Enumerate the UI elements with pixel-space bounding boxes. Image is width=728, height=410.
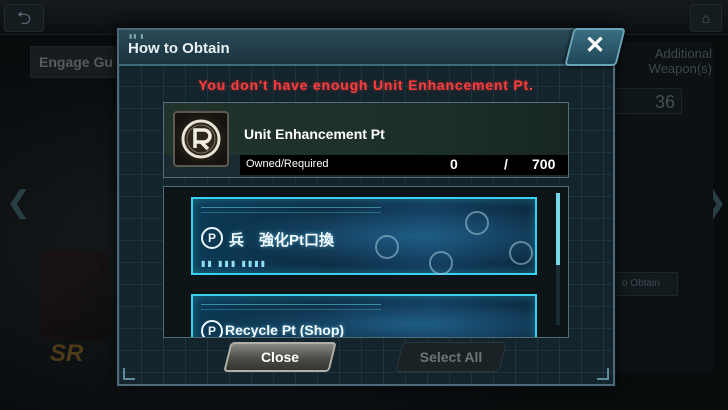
owned-required-label: Owned/Required — [246, 158, 329, 170]
required-value: 700 — [532, 156, 556, 172]
source-list[interactable]: P 兵 強化Pt口換 ▮▮ ▮▮▮ ▮▮▮▮ P Recycle Pt (Sho… — [163, 186, 569, 338]
close-button-label: Close — [260, 349, 300, 365]
pt-coin-decoration — [465, 211, 489, 235]
item-card: Unit Enhancement Pt Owned/Required 0 / 7… — [163, 102, 569, 178]
item-name: Unit Enhancement Pt — [244, 126, 385, 142]
banner-dots: ▮▮ ▮▮▮ ▮▮▮▮ — [201, 259, 268, 268]
dialog-title: How to Obtain — [128, 40, 230, 57]
pt-icon: P — [201, 320, 223, 337]
list-scrollbar-thumb[interactable] — [556, 193, 560, 265]
how-to-obtain-dialog: ▮▮ ▮ How to Obtain ✕ You don't have enou… — [117, 28, 626, 386]
select-all-label: Select All — [419, 349, 483, 365]
pt-coin-decoration — [509, 241, 533, 265]
pt-coin-decoration — [375, 235, 399, 259]
dialog-close-icon-button[interactable]: ✕ — [564, 28, 626, 66]
corner-decoration — [123, 368, 135, 380]
banner-stripe — [201, 304, 381, 310]
source-title: Recycle Pt (Shop) — [225, 322, 345, 338]
select-all-button[interactable]: Select All — [395, 342, 507, 372]
source-title: 兵 強化Pt口換 — [229, 232, 335, 249]
enhancement-pt-icon — [173, 111, 229, 167]
close-button[interactable]: Close — [223, 342, 337, 372]
pt-coin-decoration — [429, 251, 453, 275]
pt-icon: P — [201, 227, 223, 249]
corner-decoration — [597, 368, 609, 380]
dialog-header: ▮▮ ▮ How to Obtain — [119, 30, 613, 66]
insufficient-warning: You don't have enough Unit Enhancement P… — [198, 77, 534, 93]
header-decoration: ▮▮ ▮ — [129, 34, 145, 40]
close-icon: ✕ — [584, 32, 606, 59]
source-banner[interactable]: P 兵 強化Pt口換 ▮▮ ▮▮▮ ▮▮▮▮ — [191, 197, 537, 275]
banner-stripe — [201, 207, 381, 213]
owned-value: 0 — [450, 156, 458, 172]
list-scrollbar[interactable] — [556, 193, 560, 325]
owned-required-bar: Owned/Required 0 / 700 — [240, 155, 568, 175]
owned-separator: / — [504, 156, 508, 172]
source-banner[interactable]: P Recycle Pt (Shop) — [191, 294, 537, 338]
